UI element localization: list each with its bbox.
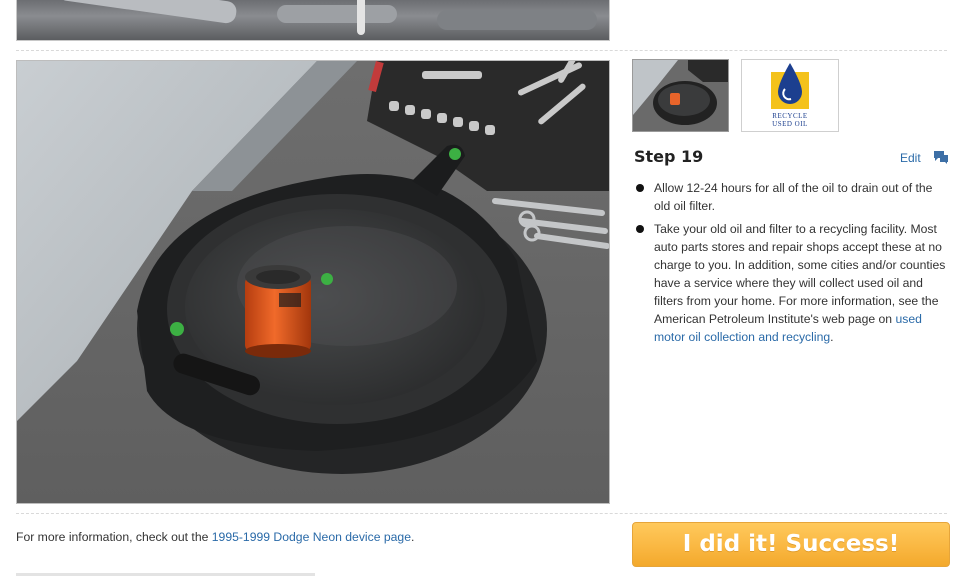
oil-drain-pan-photo — [17, 61, 609, 503]
bullet-text: Allow 12-24 hours for all of the oil to … — [654, 181, 933, 213]
bullet-dot-icon — [636, 225, 644, 233]
success-button[interactable]: I did it! Success! — [632, 522, 950, 567]
list-item: Take your old oil and filter to a recycl… — [634, 220, 949, 346]
logo-line-1: RECYCLE — [772, 112, 808, 120]
step-bullets: Allow 12-24 hours for all of the oil to … — [634, 179, 949, 351]
step-divider — [16, 50, 947, 51]
step-main-image[interactable] — [16, 60, 610, 504]
edit-step-link[interactable]: Edit — [900, 151, 921, 165]
more-info-text: For more information, check out the 1995… — [16, 530, 414, 544]
more-info-prefix: For more information, check out the — [16, 530, 212, 544]
list-item: Allow 12-24 hours for all of the oil to … — [634, 179, 949, 215]
logo-line-2: USED OIL — [772, 120, 808, 128]
oil-drop-icon — [771, 63, 809, 109]
bullet-dot-icon — [636, 184, 644, 192]
bullet-text: Take your old oil and filter to a recycl… — [654, 222, 946, 326]
step-title: Step 19 — [634, 147, 704, 166]
thumbnail-recycle-used-oil[interactable]: RECYCLE USED OIL — [741, 59, 839, 132]
previous-step-image[interactable] — [16, 0, 610, 41]
footer-divider — [16, 513, 947, 514]
drain-pan-thumbnail-image — [633, 60, 728, 131]
comment-icon[interactable] — [933, 150, 949, 169]
more-info-suffix: . — [411, 530, 415, 544]
bullet-text-end: . — [830, 330, 834, 344]
thumbnail-drain-pan[interactable] — [632, 59, 729, 132]
device-page-link[interactable]: 1995-1999 Dodge Neon device page — [212, 530, 411, 544]
